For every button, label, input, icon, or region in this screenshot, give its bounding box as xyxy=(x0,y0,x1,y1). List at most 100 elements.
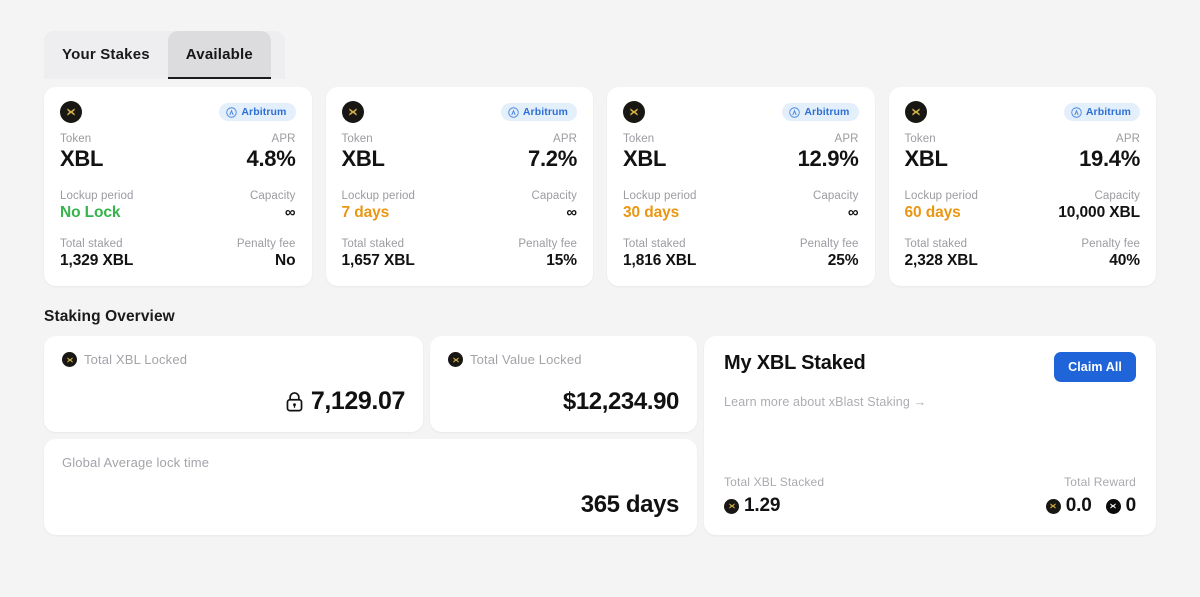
capacity-value: ∞ xyxy=(566,204,577,221)
lockup-capacity-values: 7 days ∞ xyxy=(342,204,578,222)
tab-your-stakes[interactable]: Your Stakes xyxy=(44,31,168,79)
token-apr-values: XBL 7.2% xyxy=(342,146,578,172)
staked-penalty-values: 2,328 XBL 40% xyxy=(905,252,1141,270)
capacity-label: Capacity xyxy=(531,190,577,202)
token-label: Token xyxy=(60,133,92,145)
total-value-locked-card: Total Value Locked $12,234.90 xyxy=(430,336,697,432)
chain-badge-label: Arbitrum xyxy=(1085,106,1131,118)
lockup-period-value: 60 days xyxy=(904,204,961,221)
xbl-token-icon xyxy=(60,101,82,123)
total-xbl-locked-card: Total XBL Locked 7,129.07 xyxy=(44,336,423,432)
apr-value: 12.9% xyxy=(797,146,859,171)
xbl-token-icon xyxy=(623,101,645,123)
penalty-fee-label: Penalty fee xyxy=(518,238,577,250)
total-reward-values: 0.0 0 xyxy=(1045,495,1137,517)
apr-value: 19.4% xyxy=(1079,146,1140,171)
total-value-locked-header: Total Value Locked xyxy=(448,352,679,367)
global-average-lock-time-card: Global Average lock time 365 days xyxy=(44,439,697,535)
penalty-fee-label: Penalty fee xyxy=(1081,238,1140,250)
staked-penalty-labels: Total staked Penalty fee xyxy=(60,238,296,250)
my-xbl-staked-stats: Total XBL Stacked 1.29 Total Reward 0.0 … xyxy=(724,475,1136,517)
stake-card[interactable]: Arbitrum Token APR XBL 12.9% Lockup peri… xyxy=(607,87,875,286)
reward-secondary-value: 0 xyxy=(1125,495,1137,516)
staking-page: Your Stakes Available Arbitrum Token APR xyxy=(0,31,1200,597)
total-staked-label: Total staked xyxy=(341,238,405,250)
apr-label: APR xyxy=(271,133,296,145)
total-staked-label: Total staked xyxy=(623,238,686,250)
lockup-period-label: Lockup period xyxy=(904,190,979,202)
stake-card-header: Arbitrum xyxy=(341,101,577,123)
xbl-token-icon xyxy=(724,498,739,514)
apr-label: APR xyxy=(1116,133,1140,145)
penalty-fee-value: 40% xyxy=(1109,252,1140,269)
capacity-label: Capacity xyxy=(249,190,296,202)
staked-penalty-values: 1,816 XBL 25% xyxy=(623,252,859,270)
apr-label: APR xyxy=(834,133,859,145)
stake-card-header: Arbitrum xyxy=(623,101,859,123)
chain-badge-label: Arbitrum xyxy=(522,106,568,118)
total-reward-block: Total Reward 0.0 0 xyxy=(1045,475,1137,517)
lockup-period-label: Lockup period xyxy=(341,190,416,202)
lockup-period-label: Lockup period xyxy=(623,190,697,202)
claim-all-button[interactable]: Claim All xyxy=(1054,352,1136,382)
lockup-period-value: 30 days xyxy=(623,204,680,221)
lockup-period-label: Lockup period xyxy=(60,190,134,202)
staking-overview-grid: Total XBL Locked 7,129.07 Total Value Lo… xyxy=(44,336,1156,535)
penalty-fee-value: 15% xyxy=(546,252,577,269)
stake-card[interactable]: Arbitrum Token APR XBL 19.4% Lockup peri… xyxy=(888,87,1156,286)
token-label: Token xyxy=(623,133,655,145)
arbitrum-icon xyxy=(226,106,238,118)
xbl-token-icon xyxy=(904,101,927,123)
stake-card-header: Arbitrum xyxy=(904,101,1140,123)
token-apr-labels: Token APR xyxy=(623,133,859,145)
stake-card-header: Arbitrum xyxy=(60,101,296,123)
blast-token-icon xyxy=(1105,498,1121,514)
stake-card[interactable]: Arbitrum Token APR XBL 4.8% Lockup perio… xyxy=(44,87,312,286)
staked-penalty-labels: Total staked Penalty fee xyxy=(342,238,578,250)
total-xbl-stacked-block: Total XBL Stacked 1.29 xyxy=(724,475,824,517)
my-xbl-staked-card: My XBL Staked Claim All Learn more about… xyxy=(704,336,1156,535)
penalty-fee-label: Penalty fee xyxy=(236,238,296,250)
global-average-lock-time-value: 365 days xyxy=(580,491,680,518)
chain-badge-arbitrum: Arbitrum xyxy=(782,103,859,121)
lockup-period-value: No Lock xyxy=(60,204,121,221)
reward-secondary-row: 0 xyxy=(1105,495,1137,517)
token-label: Token xyxy=(341,133,373,145)
chain-badge-label: Arbitrum xyxy=(241,106,287,118)
staked-penalty-values: 1,329 XBL No xyxy=(60,252,296,270)
penalty-fee-value: 25% xyxy=(827,252,859,269)
xbl-token-icon xyxy=(341,101,364,123)
stake-card[interactable]: Arbitrum Token APR XBL 7.2% Lockup perio… xyxy=(325,87,593,286)
arbitrum-icon xyxy=(1071,106,1082,118)
total-value-locked-value: $12,234.90 xyxy=(562,388,680,415)
lockup-period-value: 7 days xyxy=(341,204,390,221)
global-average-lock-time-label: Global Average lock time xyxy=(62,455,210,470)
penalty-fee-value: No xyxy=(275,252,296,269)
token-value: XBL xyxy=(60,146,104,171)
xbl-token-icon xyxy=(62,352,77,367)
token-apr-labels: Token APR xyxy=(60,133,296,145)
arbitrum-icon xyxy=(789,106,801,118)
lockup-capacity-values: No Lock ∞ xyxy=(60,204,296,222)
lockup-capacity-labels: Lockup period Capacity xyxy=(623,190,859,202)
xbl-token-icon xyxy=(448,352,463,367)
token-apr-values: XBL 19.4% xyxy=(905,146,1141,172)
total-value-locked-label: Total Value Locked xyxy=(470,352,582,367)
tab-available[interactable]: Available xyxy=(167,31,271,79)
total-staked-value: 1,816 XBL xyxy=(623,252,697,269)
apr-value: 4.8% xyxy=(246,146,296,171)
total-staked-value: 1,329 XBL xyxy=(60,252,134,269)
staked-penalty-labels: Total staked Penalty fee xyxy=(623,238,859,250)
tab-available-label: Available xyxy=(185,45,253,63)
total-reward-label: Total Reward xyxy=(1064,475,1136,489)
capacity-value: ∞ xyxy=(284,204,296,221)
staked-penalty-labels: Total staked Penalty fee xyxy=(905,238,1141,250)
global-average-lock-time-value-row: 365 days xyxy=(62,491,680,519)
learn-more-link[interactable]: Learn more about xBlast Staking → xyxy=(724,395,1136,409)
total-staked-value: 2,328 XBL xyxy=(904,252,978,269)
token-apr-values: XBL 4.8% xyxy=(60,146,296,172)
lockup-capacity-labels: Lockup period Capacity xyxy=(60,190,296,202)
capacity-label: Capacity xyxy=(1094,190,1140,202)
lockup-capacity-labels: Lockup period Capacity xyxy=(342,190,578,202)
total-xbl-stacked-label: Total XBL Stacked xyxy=(724,475,825,489)
